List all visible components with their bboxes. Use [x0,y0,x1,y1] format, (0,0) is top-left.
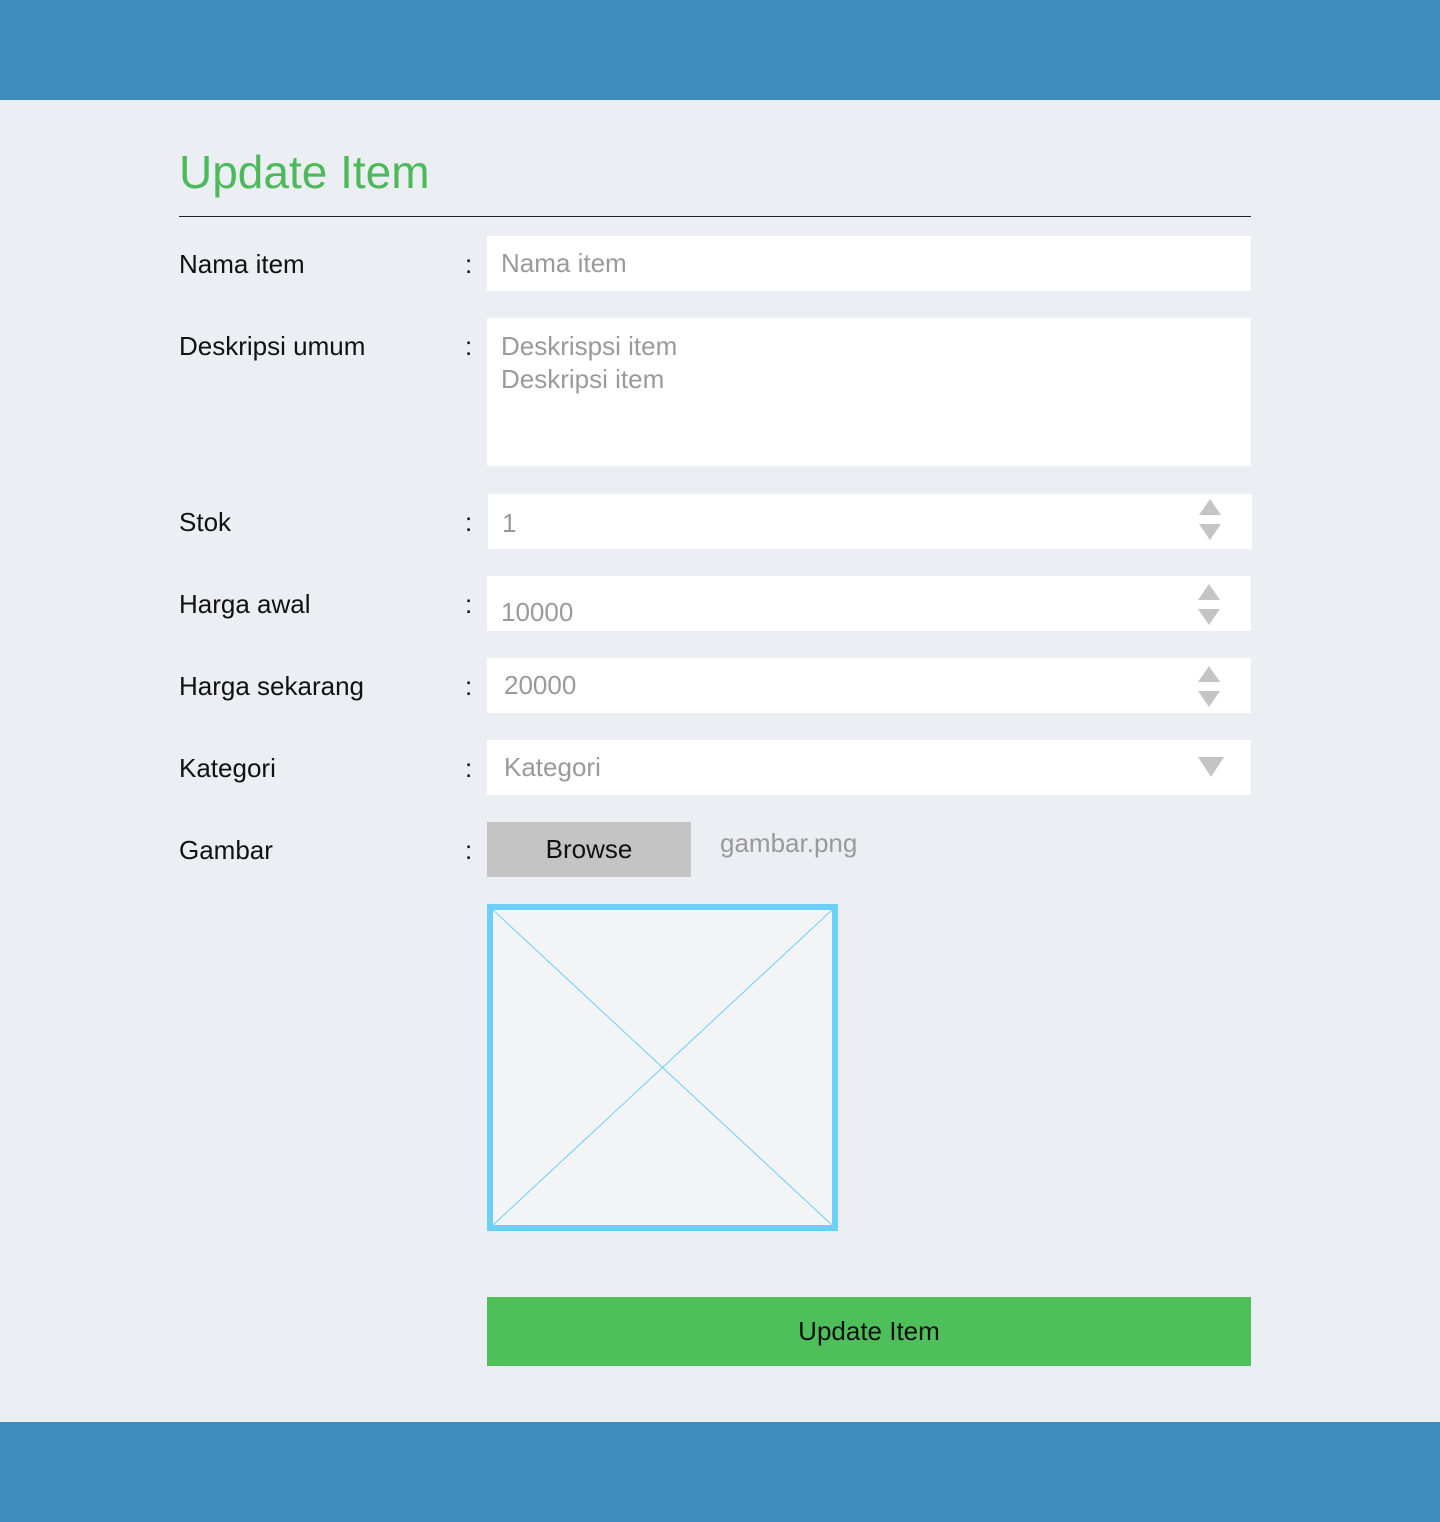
harga-awal-spinner-icon[interactable] [1198,584,1220,628]
image-placeholder-icon [487,904,838,1231]
stok-colon: : [465,507,473,537]
stok-input[interactable]: 1 [488,494,1252,549]
harga-sekarang-colon: : [465,671,473,701]
harga-awal-input[interactable]: 10000 [487,576,1251,631]
nama-item-colon: : [465,249,473,279]
deskripsi-line-1: Deskrispsi item [501,331,678,361]
title-divider [179,216,1251,217]
nama-item-input[interactable]: Nama item [487,236,1251,291]
update-item-button[interactable]: Update Item [487,1297,1251,1366]
nama-item-placeholder: Nama item [501,248,627,278]
harga-awal-decrement-icon[interactable] [1198,609,1220,625]
deskripsi-line-2: Deskripsi item [501,364,665,394]
harga-awal-value: 10000 [501,597,574,627]
deskripsi-colon: : [465,331,473,361]
kategori-placeholder: Kategori [504,752,601,782]
harga-awal-label: Harga awal [179,589,311,619]
gambar-label: Gambar [179,835,273,865]
top-header-bar [0,0,1440,100]
browse-button[interactable]: Browse [487,822,691,877]
harga-awal-increment-icon[interactable] [1198,584,1220,600]
stok-label: Stok [179,507,232,537]
nama-item-label: Nama item [179,249,305,279]
kategori-select[interactable]: Kategori [487,740,1251,795]
stok-decrement-icon[interactable] [1199,524,1221,540]
harga-sekarang-label: Harga sekarang [179,671,364,701]
deskripsi-textarea[interactable]: Deskrispsi item Deskripsi item [487,318,1251,466]
gambar-colon: : [465,835,473,865]
harga-sekarang-spinner-icon[interactable] [1198,666,1220,710]
harga-sekarang-value: 20000 [504,670,577,700]
kategori-label: Kategori [179,753,276,783]
image-placeholder-cross [493,910,832,1225]
kategori-colon: : [465,753,473,783]
harga-sekarang-increment-icon[interactable] [1198,666,1220,682]
harga-sekarang-input[interactable]: 20000 [487,658,1251,713]
stok-increment-icon[interactable] [1199,499,1221,515]
harga-sekarang-decrement-icon[interactable] [1198,691,1220,707]
stok-value: 1 [502,508,517,538]
chevron-down-icon[interactable] [1198,757,1224,777]
harga-awal-colon: : [465,589,473,619]
bottom-footer-bar [0,1422,1440,1522]
deskripsi-label: Deskripsi umum [179,331,366,361]
page-title: Update Item [179,146,430,198]
stok-spinner-icon[interactable] [1199,499,1221,543]
file-name: gambar.png [720,828,858,858]
